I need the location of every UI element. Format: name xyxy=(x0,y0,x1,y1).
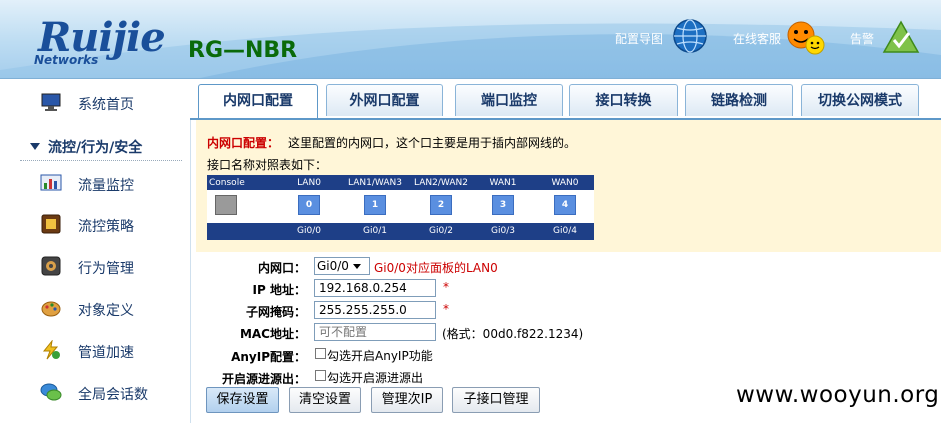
lan-port-hint: Gi0/0对应面板的LAN0 xyxy=(374,261,498,275)
clear-settings-button[interactable]: 清空设置 xyxy=(289,387,361,413)
sidebar-item-label: 全局会话数 xyxy=(78,387,148,403)
note-title: 内网口配置： xyxy=(207,136,280,150)
sidebar: 系统首页 流控/行为/安全 流量监控 流控策略 行为管理 对象定义 管道加速 全… xyxy=(0,79,191,423)
behavior-icon xyxy=(41,256,61,276)
tab-link-detect[interactable]: 链路检测 xyxy=(685,84,793,116)
mac-address-label: MAC地址： xyxy=(239,327,306,341)
watermark: www.wooyun.org xyxy=(736,382,940,408)
lan-port-select[interactable]: Gi0/0 xyxy=(314,257,370,275)
save-settings-button[interactable]: 保存设置 xyxy=(206,387,279,413)
online-service-link[interactable]: 在线客服 xyxy=(733,30,781,47)
sidebar-item-object[interactable]: 对象定义 xyxy=(0,288,190,328)
info-note: 内网口配置： 这里配置的内网口，这个口主要是用于插内部网线的。 接口名称对照表如… xyxy=(196,120,941,252)
chevron-down-icon xyxy=(352,264,361,269)
port-label-console: Console xyxy=(209,178,245,188)
tab-switch-public-mode[interactable]: 切换公网模式 xyxy=(801,84,919,116)
monitor-icon xyxy=(41,93,61,111)
src-in-src-out-label: 开启源进源出： xyxy=(221,372,306,386)
tab-port-monitor[interactable]: 端口监控 xyxy=(455,84,563,116)
sidebar-item-label: 对象定义 xyxy=(78,303,134,319)
ip-address-label: IP 地址： xyxy=(252,283,306,297)
port-gi-label: Gi0/3 xyxy=(491,226,515,236)
collapse-arrow-icon xyxy=(30,143,40,150)
sidebar-item-label: 流控策略 xyxy=(78,219,134,235)
src-in-src-out-text: 勾选开启源进源出 xyxy=(327,371,424,385)
port-icon: 3 xyxy=(492,195,514,215)
sidebar-item-behavior[interactable]: 行为管理 xyxy=(0,246,190,286)
required-mark: * xyxy=(443,280,449,294)
anyip-checkbox[interactable] xyxy=(315,348,326,359)
ruijie-logo-sub: Networks xyxy=(34,53,99,67)
tab-lan-config[interactable]: 内网口配置 xyxy=(198,84,318,118)
sidebar-item-label: 行为管理 xyxy=(78,261,134,277)
config-map-link[interactable]: 配置导图 xyxy=(615,30,663,47)
model-name: RG—NBR xyxy=(188,38,298,63)
port-label-wan1: WAN1 xyxy=(489,178,517,188)
sidebar-item-flow-policy[interactable]: 流控策略 xyxy=(0,204,190,244)
port-band xyxy=(207,190,594,223)
sidebar-item-label: 系统首页 xyxy=(78,97,134,113)
port-gi-label: Gi0/4 xyxy=(553,226,577,236)
sidebar-item-label: 管道加速 xyxy=(78,345,134,361)
port-icon: 0 xyxy=(298,195,320,215)
port-label-lan2: LAN2/WAN2 xyxy=(414,178,468,188)
sidebar-item-traffic-monitor[interactable]: 流量监控 xyxy=(0,163,190,203)
port-gi-label: Gi0/0 xyxy=(297,226,321,236)
subnet-mask-label: 子网掩码： xyxy=(245,305,306,319)
sidebar-item-pipe-accel[interactable]: 管道加速 xyxy=(0,330,190,370)
port-icon: 2 xyxy=(430,195,452,215)
lan-port-label: 内网口： xyxy=(257,261,306,275)
tab-bar: 内网口配置 外网口配置 端口监控 接口转换 链路检测 切换公网模式 xyxy=(190,79,941,120)
policy-icon xyxy=(41,214,61,234)
port-icon: 4 xyxy=(554,195,576,215)
manage-secondary-ip-button[interactable]: 管理次IP xyxy=(371,387,443,413)
mac-format-hint: (格式：00d0.f822.1234) xyxy=(442,327,584,341)
ruijie-logo: Ruijie xyxy=(38,14,166,61)
subnet-mask-input[interactable] xyxy=(314,301,436,319)
lightning-icon xyxy=(42,340,60,360)
tab-interface-convert[interactable]: 接口转换 xyxy=(569,84,678,116)
object-icon xyxy=(41,301,61,317)
port-mapping-diagram: Console LAN0 LAN1/WAN3 LAN2/WAN2 WAN1 WA… xyxy=(207,175,594,240)
header-banner: Ruijie Networks RG—NBR 配置导图 在线客服 告警 xyxy=(0,0,941,79)
sub-interface-button[interactable]: 子接口管理 xyxy=(452,387,540,413)
sidebar-divider xyxy=(20,160,182,161)
content-panel: 内网口配置： 这里配置的内网口，这个口主要是用于插内部网线的。 接口名称对照表如… xyxy=(196,120,941,423)
note-subtitle: 接口名称对照表如下： xyxy=(207,158,328,172)
ip-address-input[interactable] xyxy=(314,279,436,297)
required-mark: * xyxy=(443,302,449,316)
globe-icon[interactable] xyxy=(672,18,708,54)
sidebar-item-global-sessions[interactable]: 全局会话数 xyxy=(0,372,190,412)
chart-icon xyxy=(40,174,62,191)
note-text: 这里配置的内网口，这个口主要是用于插内部网线的。 xyxy=(288,136,577,150)
port-label-lan1: LAN1/WAN3 xyxy=(348,178,402,188)
anyip-checkbox-text: 勾选开启AnyIP功能 xyxy=(327,349,433,363)
sidebar-item-label: 流量监控 xyxy=(78,178,134,194)
port-label-lan0: LAN0 xyxy=(297,178,321,188)
tab-wan-config[interactable]: 外网口配置 xyxy=(326,84,443,116)
mac-address-input[interactable] xyxy=(314,323,436,341)
alarm-link[interactable]: 告警 xyxy=(850,30,874,47)
anyip-label: AnyIP配置： xyxy=(231,350,306,364)
lan-port-value: Gi0/0 xyxy=(317,259,349,273)
sidebar-group-label: 流控/行为/安全 xyxy=(48,140,143,156)
port-gi-label: Gi0/1 xyxy=(363,226,387,236)
port-icon: 1 xyxy=(364,195,386,215)
sidebar-group-flow[interactable]: 流控/行为/安全 xyxy=(30,137,142,157)
warning-icon[interactable] xyxy=(882,20,920,54)
console-port-icon xyxy=(215,195,237,215)
port-label-wan0: WAN0 xyxy=(551,178,579,188)
chat-icon xyxy=(40,383,62,401)
smiley-icon[interactable] xyxy=(786,18,826,56)
src-in-src-out-checkbox[interactable] xyxy=(315,370,326,381)
sidebar-item-home[interactable]: 系统首页 xyxy=(0,82,190,122)
port-gi-label: Gi0/2 xyxy=(429,226,453,236)
